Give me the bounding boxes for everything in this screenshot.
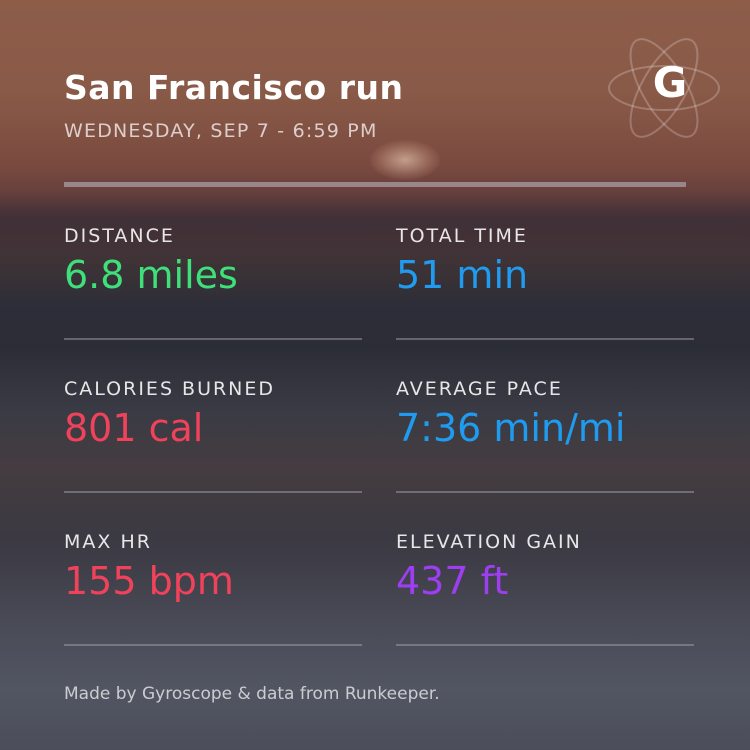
row-divider bbox=[64, 338, 362, 340]
row-divider bbox=[64, 644, 362, 646]
stat-average-pace: AVERAGE PACE 7:36 min/mi bbox=[396, 377, 696, 451]
row-divider bbox=[64, 491, 362, 493]
stat-value: 7:36 min/mi bbox=[396, 406, 626, 450]
row-divider bbox=[396, 644, 694, 646]
stat-calories: CALORIES BURNED 801 cal bbox=[64, 377, 364, 451]
stat-total-time: TOTAL TIME 51 min bbox=[396, 224, 696, 298]
stat-value: 155 bpm bbox=[64, 559, 234, 603]
stat-value: 801 cal bbox=[64, 406, 204, 450]
run-datetime: WEDNESDAY, SEP 7 - 6:59 PM bbox=[64, 120, 378, 142]
stat-label: TOTAL TIME bbox=[396, 225, 528, 247]
stat-distance: DISTANCE 6.8 miles bbox=[64, 224, 364, 298]
stat-value: 6.8 miles bbox=[64, 253, 238, 297]
header-divider bbox=[64, 182, 686, 187]
gyroscope-logo: G bbox=[652, 58, 688, 107]
stat-label: ELEVATION GAIN bbox=[396, 531, 582, 553]
footer-credit: Made by Gyroscope & data from Runkeeper. bbox=[64, 684, 440, 704]
stat-value: 437 ft bbox=[396, 559, 509, 603]
row-divider bbox=[396, 491, 694, 493]
stat-max-hr: MAX HR 155 bpm bbox=[64, 530, 364, 604]
run-title: San Francisco run bbox=[64, 68, 404, 107]
stat-label: MAX HR bbox=[64, 531, 152, 553]
stat-label: DISTANCE bbox=[64, 225, 175, 247]
stat-label: AVERAGE PACE bbox=[396, 378, 563, 400]
row-divider bbox=[396, 338, 694, 340]
stat-label: CALORIES BURNED bbox=[64, 378, 276, 400]
stat-elevation-gain: ELEVATION GAIN 437 ft bbox=[396, 530, 696, 604]
stat-value: 51 min bbox=[396, 253, 529, 297]
